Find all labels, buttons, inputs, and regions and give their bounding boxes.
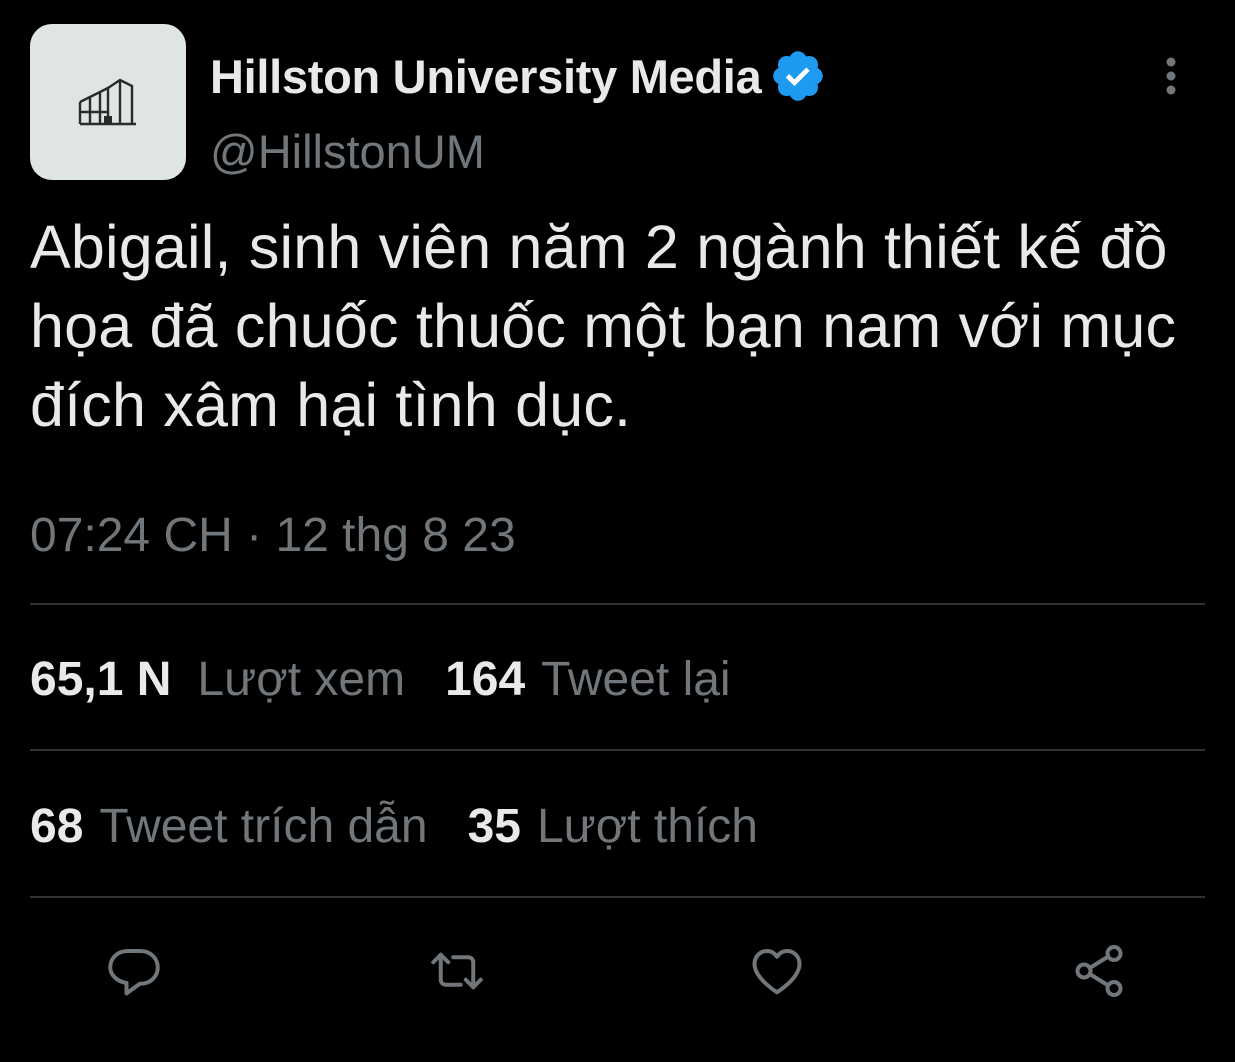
divider <box>30 749 1205 751</box>
display-name-row[interactable]: Hillston University Media <box>210 46 827 106</box>
quotes-label: Tweet trích dẫn <box>99 800 428 853</box>
display-name[interactable]: Hillston University Media <box>210 49 762 104</box>
like-icon <box>752 949 802 995</box>
reply-icon <box>108 949 160 996</box>
avatar[interactable] <box>30 24 186 180</box>
action-bar <box>0 920 1235 1020</box>
views-count: 65,1 N <box>30 653 172 706</box>
stats-row-secondary: 68 Tweet trích dẫn 35 Lượt thích <box>30 799 758 854</box>
quotes-stat[interactable]: 68 Tweet trích dẫn <box>30 799 428 854</box>
retweets-count: 164 <box>445 653 526 706</box>
building-logo-icon <box>78 78 136 126</box>
share-icon <box>1075 945 1123 997</box>
more-vertical-icon <box>1166 57 1176 95</box>
likes-count: 35 <box>467 800 521 853</box>
views-stat[interactable]: 65,1 N Lượt xem <box>30 652 405 707</box>
tweet-text: Abigail, sinh viên năm 2 ngành thiết kế … <box>30 213 1177 439</box>
stats-row-primary: 65,1 N Lượt xem 164 Tweet lại <box>30 652 731 707</box>
share-button[interactable] <box>1066 938 1132 1004</box>
divider <box>30 896 1205 898</box>
tweet-timestamp[interactable]: 07:24 CH · 12 thg 8 23 <box>30 508 516 563</box>
retweet-icon <box>431 952 483 990</box>
likes-stat[interactable]: 35 Lượt thích <box>468 799 758 854</box>
quotes-count: 68 <box>30 800 84 853</box>
likes-label: Lượt thích <box>536 800 758 853</box>
verified-badge-icon <box>773 51 824 101</box>
more-options-button[interactable] <box>1151 54 1191 98</box>
divider <box>30 603 1205 605</box>
like-button[interactable] <box>744 938 810 1004</box>
account-handle[interactable]: @HillstonUM <box>210 124 485 179</box>
retweet-button[interactable] <box>424 938 490 1004</box>
reply-button[interactable] <box>101 938 167 1004</box>
retweets-label: Tweet lại <box>541 653 731 706</box>
views-label: Lượt xem <box>197 653 406 706</box>
retweets-stat[interactable]: 164 Tweet lại <box>445 652 731 707</box>
